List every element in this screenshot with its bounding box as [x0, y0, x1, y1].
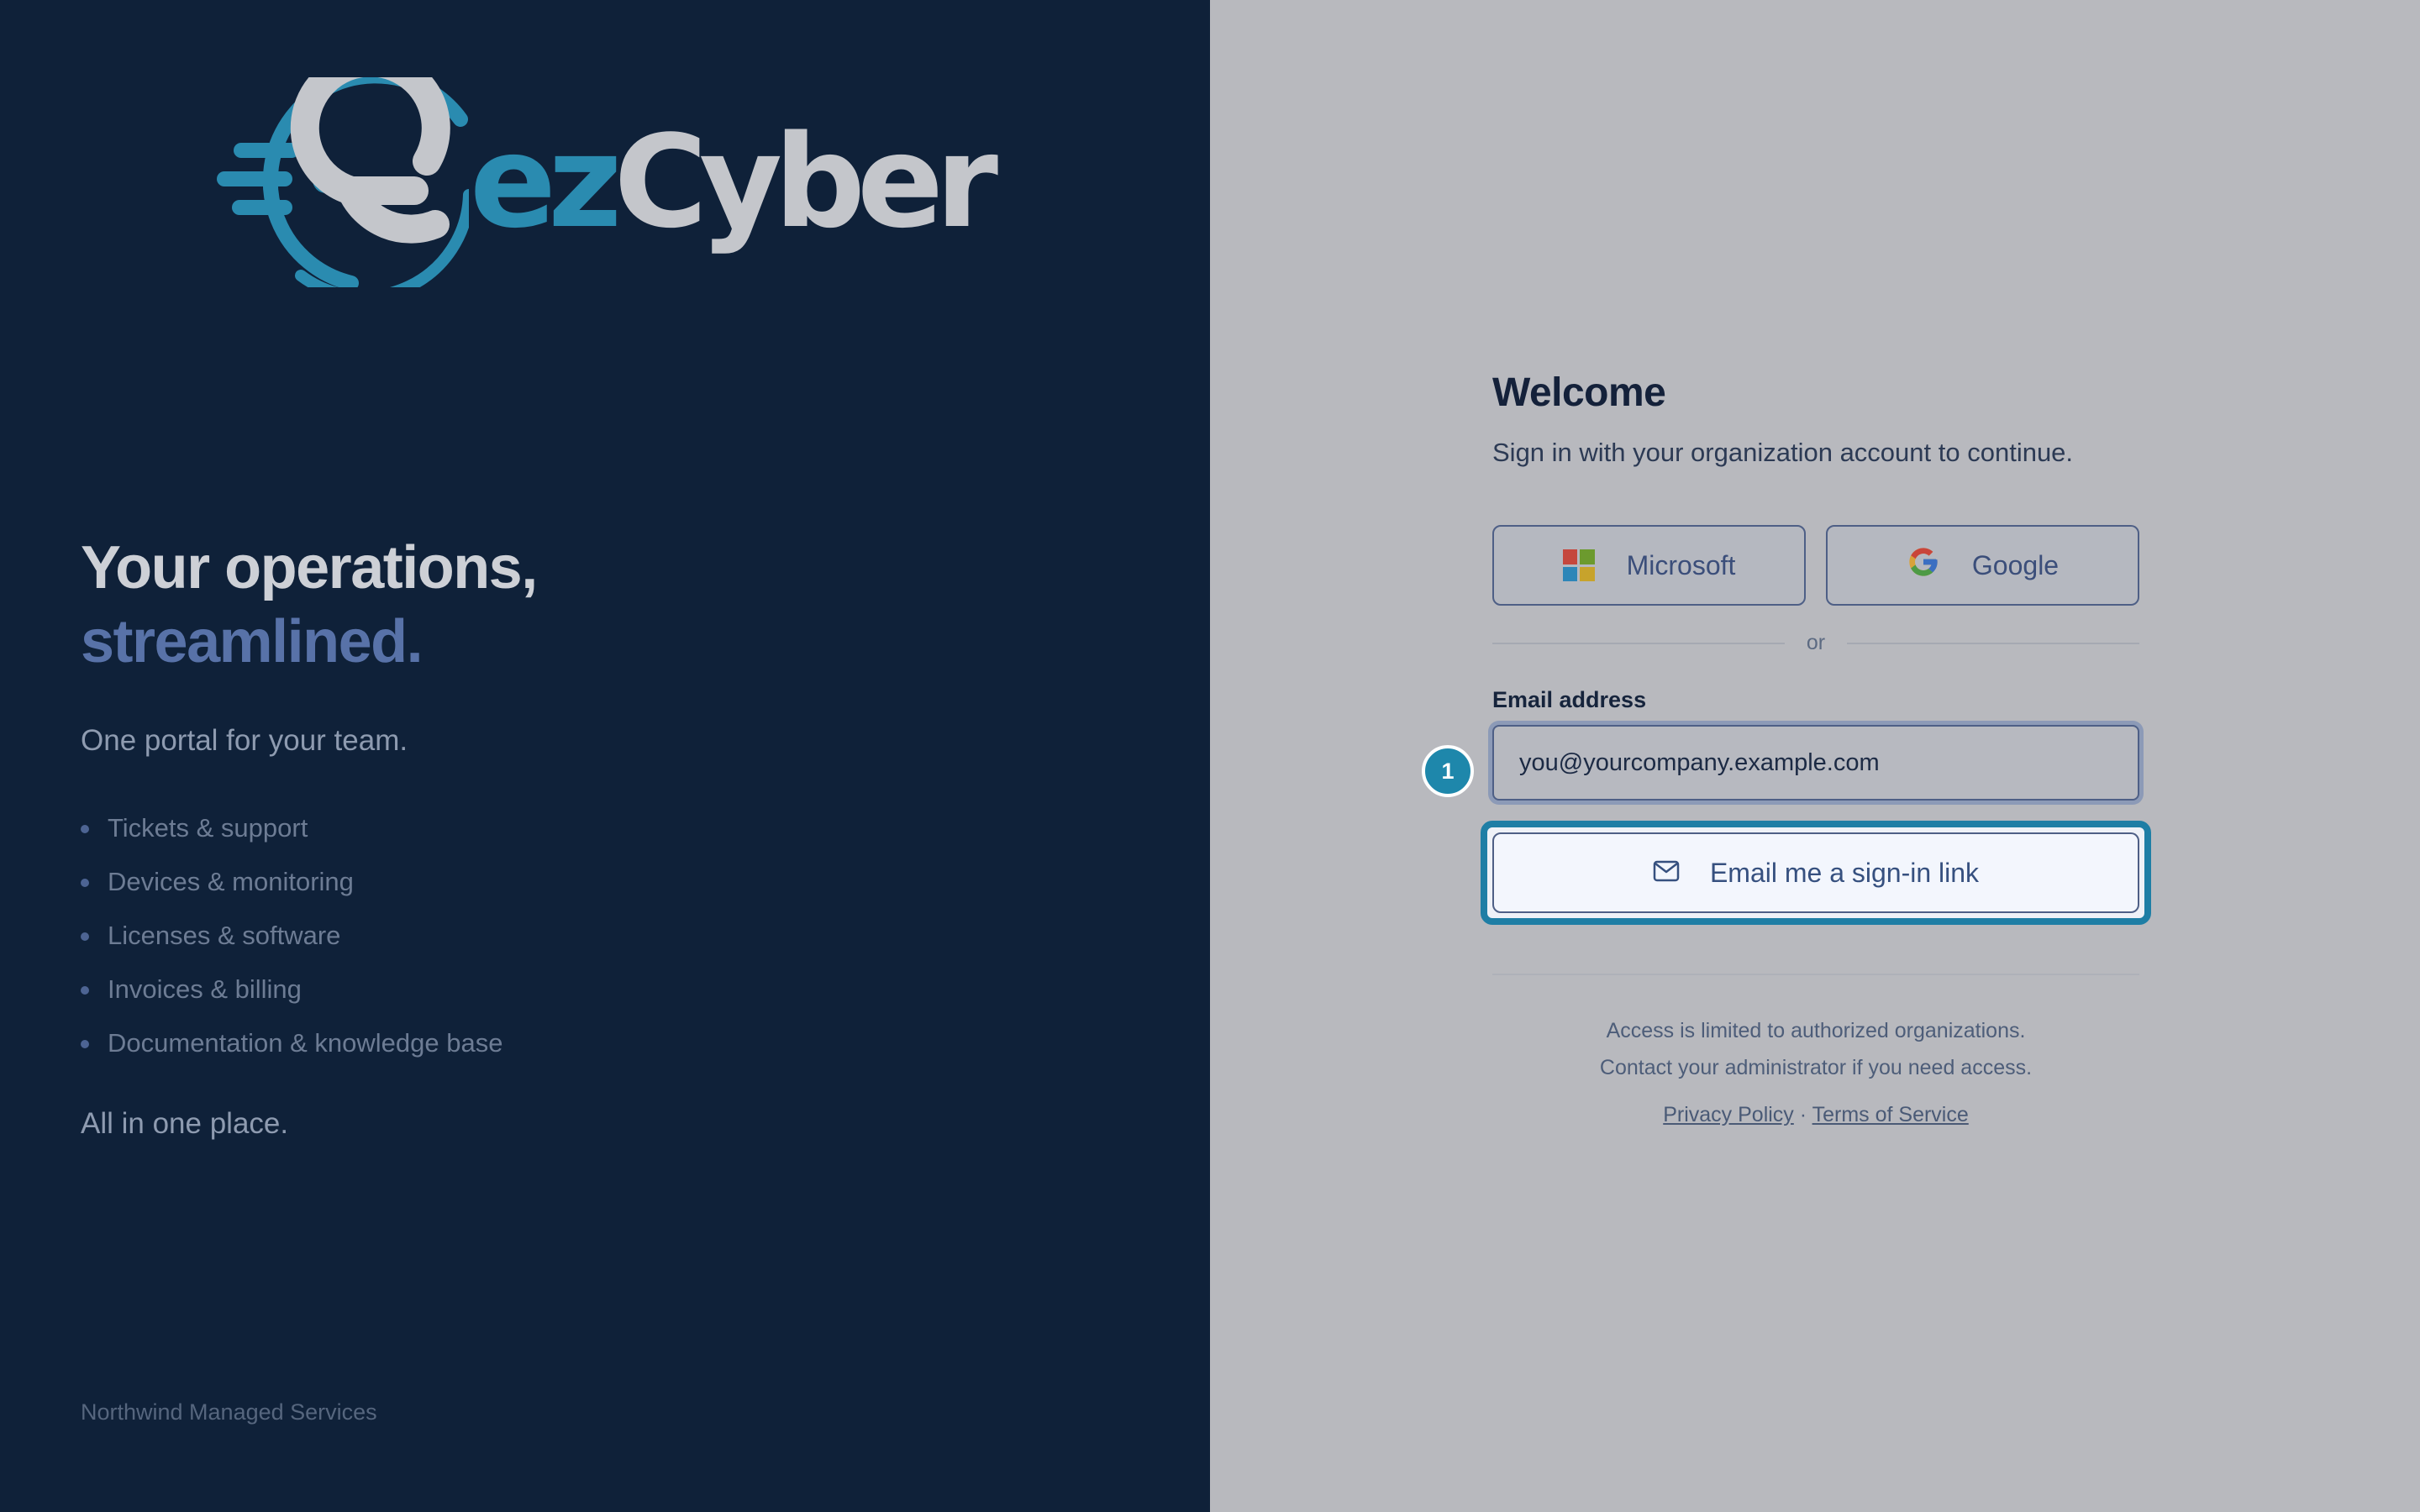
- feature-list: Tickets & support Devices & monitoring L…: [81, 808, 502, 1077]
- feature-item: Licenses & software: [81, 916, 502, 969]
- closing-text: All in one place.: [81, 1107, 289, 1140]
- divider-line: [1847, 642, 2140, 644]
- logo-wordmark-prefix: ez: [469, 108, 623, 256]
- signin-link-button-highlight: Email me a sign-in link: [1481, 821, 2151, 925]
- email-signin-link-button[interactable]: Email me a sign-in link: [1492, 832, 2139, 913]
- or-divider: or: [1492, 631, 2140, 655]
- tagline: One portal for your team.: [81, 724, 408, 757]
- signin-card: Welcome Sign in with your organization a…: [1422, 370, 2151, 1127]
- google-button-label: Google: [1971, 549, 2060, 580]
- company-name: Northwind Managed Services: [81, 1399, 377, 1425]
- divider-line: [1492, 642, 1785, 644]
- signin-panel: Welcome Sign in with your organization a…: [1210, 0, 2420, 1512]
- email-signin-link-label: Email me a sign-in link: [1709, 857, 1980, 888]
- divider-text: or: [1806, 631, 1826, 654]
- email-field[interactable]: [1492, 725, 2139, 801]
- ezcyber-logo: ez Cyber: [217, 77, 998, 287]
- email-label: Email address: [1492, 687, 1647, 712]
- microsoft-signin-button[interactable]: Microsoft: [1492, 525, 1806, 606]
- sso-buttons: Microsoft Google: [1492, 525, 2139, 606]
- terms-of-service-link[interactable]: Terms of Service: [1812, 1103, 1969, 1126]
- legal-links: Privacy Policy · Terms of Service: [1492, 1103, 2139, 1127]
- logo-mark-icon: [217, 77, 469, 287]
- access-notice-line2: Contact your administrator if you need a…: [1599, 1056, 2033, 1079]
- feature-item: Devices & monitoring: [81, 862, 502, 916]
- microsoft-icon: [1562, 549, 1595, 581]
- logo-wordmark-suffix: Cyber: [613, 108, 998, 256]
- legal-separator: ·: [1799, 1103, 1807, 1126]
- feature-item: Tickets & support: [81, 808, 502, 862]
- privacy-policy-link[interactable]: Privacy Policy: [1663, 1103, 1794, 1126]
- headline-line2: streamlined.: [81, 608, 424, 675]
- headline: Your operations, streamlined.: [81, 531, 538, 679]
- access-notice: Access is limited to authorized organiza…: [1492, 1012, 2139, 1086]
- hero-headline: Your operations, streamlined.: [81, 531, 538, 679]
- mail-icon: [1653, 858, 1680, 889]
- google-icon: [1907, 545, 1940, 585]
- email-field-wrap: 1: [1422, 725, 2139, 801]
- welcome-title: Welcome: [1492, 370, 1666, 415]
- headline-line1: Your operations,: [81, 534, 538, 601]
- feature-item: Documentation & knowledge base: [81, 1023, 502, 1077]
- access-notice-line1: Access is limited to authorized organiza…: [1606, 1019, 2026, 1042]
- google-signin-button[interactable]: Google: [1826, 525, 2139, 606]
- signin-subtitle: Sign in with your organization account t…: [1492, 438, 2074, 467]
- step-badge: 1: [1422, 745, 1474, 797]
- feature-item: Invoices & billing: [81, 969, 502, 1023]
- logo-wordmark: ez Cyber: [469, 108, 998, 256]
- footer-divider: [1492, 974, 2139, 975]
- brand-panel: ez Cyber Your operations, streamlined. O…: [0, 0, 1210, 1512]
- login-page: ez Cyber Your operations, streamlined. O…: [0, 0, 2420, 1512]
- microsoft-button-label: Microsoft: [1626, 549, 1736, 580]
